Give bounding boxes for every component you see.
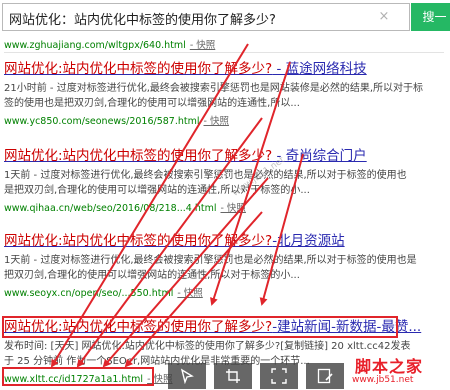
result-snippet: 1天前 - 过度对标签进行优化,最终会被搜索引擎惩罚也是必然的结果,所以对于标签…: [4, 255, 417, 281]
search-result: 网站优化:站内优化中标签的使用你了解多少? - 蓝途网络科技 21小时前 - 过…: [4, 60, 444, 127]
search-button[interactable]: 搜一: [411, 3, 450, 31]
highlight-box-url: [2, 367, 154, 386]
result-url-link[interactable]: www.seoyx.cn/open/seo/...550.html: [4, 288, 173, 299]
fullscreen-icon[interactable]: [260, 363, 298, 389]
result-title-link[interactable]: 网站优化:站内优化中标签的使用你了解多少? - 蓝途网络科技: [4, 60, 444, 78]
clear-search-icon[interactable]: ×: [376, 9, 392, 25]
site-logo: 脚本之家 www.jb51.net: [347, 353, 450, 390]
snapshot-link[interactable]: - 快照: [220, 203, 245, 214]
logo-url: www.jb51.net: [352, 375, 414, 385]
logo-title: 脚本之家: [355, 357, 424, 376]
search-result: 网站优化:站内优化中标签的使用你了解多少?-北月资源站 1天前 - 过度对标签进…: [4, 232, 444, 299]
result-url: www.qihaa.cn/web/seo/2016/08/218...4.htm…: [4, 200, 444, 214]
image-toolbar: [168, 363, 344, 389]
previous-result-url: www.zghuajiang.com/wltgpx/640.html - 快照: [4, 37, 215, 51]
highlight-box-title: [2, 316, 398, 338]
search-result: 网站优化:站内优化中标签的使用你了解多少? - 奇尚综合门户 1天前 - 过度对…: [4, 147, 444, 214]
divider: [4, 52, 444, 53]
snapshot-link[interactable]: - 快照: [190, 40, 215, 51]
result-url-link[interactable]: www.yc850.com/seonews/2016/587.html: [4, 116, 200, 127]
result-snippet: 1天前 - 过度对标签进行优化,最终会被搜索引擎惩罚也是必然的结果,所以对于标签…: [4, 170, 407, 196]
pointer-icon[interactable]: [168, 363, 206, 389]
result-url: www.yc850.com/seonews/2016/587.html - 快照: [4, 113, 444, 127]
crop-icon[interactable]: [214, 363, 252, 389]
search-bar: 网站优化：站内优化中标签的使用你了解多少? × 搜一: [0, 0, 450, 34]
result-url-link[interactable]: www.qihaa.cn/web/seo/2016/08/218...4.htm…: [4, 203, 216, 214]
result-snippet: 21小时前 - 过度对标签进行优化,最终会被搜索引擎惩罚也是网站装修是必然的结果…: [4, 83, 424, 109]
edit-icon[interactable]: [306, 363, 344, 389]
snapshot-link[interactable]: - 快照: [177, 288, 202, 299]
result-title-link[interactable]: 网站优化:站内优化中标签的使用你了解多少?-北月资源站: [4, 232, 444, 250]
result-url: www.seoyx.cn/open/seo/...550.html - 快照: [4, 285, 444, 299]
snapshot-link[interactable]: - 快照: [204, 116, 229, 127]
result-url-link[interactable]: www.zghuajiang.com/wltgpx/640.html: [4, 40, 186, 51]
result-title-link[interactable]: 网站优化:站内优化中标签的使用你了解多少? - 奇尚综合门户: [4, 147, 444, 165]
search-input[interactable]: 网站优化：站内优化中标签的使用你了解多少?: [2, 3, 410, 31]
